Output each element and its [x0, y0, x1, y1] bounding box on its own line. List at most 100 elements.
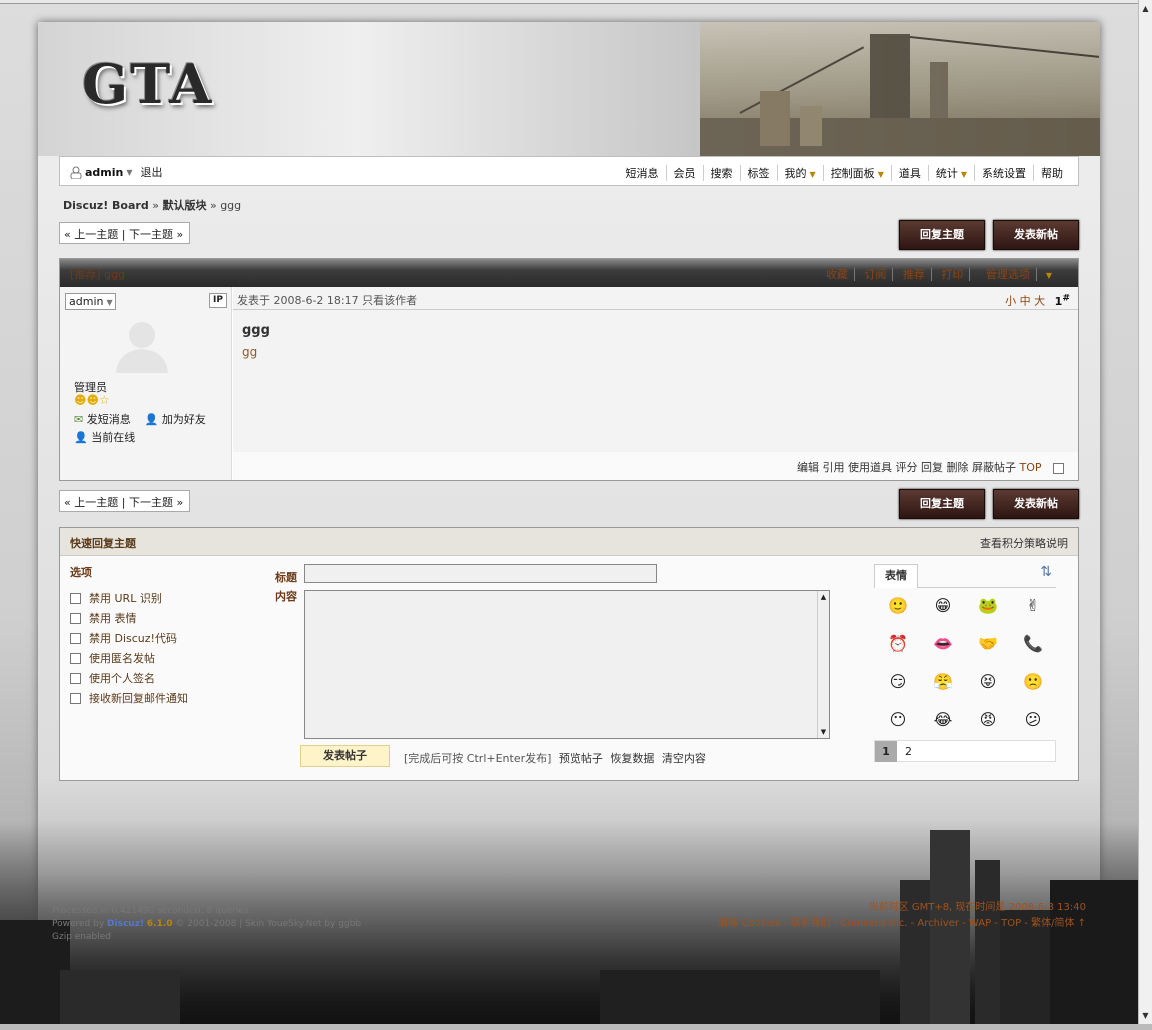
author-actions: ✉ 发短消息 👤 加为好友	[74, 411, 206, 427]
chevron-down-icon[interactable]: ▼	[126, 168, 132, 177]
option-disable-discuzcode[interactable]: 禁用 Discuz!代码	[70, 628, 188, 648]
option-disable-smilies[interactable]: 禁用 表情	[70, 608, 188, 628]
option-email-notify[interactable]: 接收新回复邮件通知	[70, 688, 188, 708]
smirk-icon[interactable]: 😏	[886, 670, 910, 694]
footer-link-row[interactable]: 清除 Cookies - 联系我们 - Comsenz Inc. - Archi…	[718, 916, 1086, 932]
post-body: 发表于 2008-6-2 18:17 只看该作者 小 中 大 1# ggg gg…	[233, 287, 1078, 480]
delete-link[interactable]: 删除	[946, 461, 968, 474]
next-thread-link[interactable]: 下一主题	[129, 228, 173, 241]
breadcrumb-board[interactable]: Discuz! Board	[63, 199, 149, 212]
textarea-scrollbar[interactable]: ▲ ▼	[817, 591, 829, 738]
recommend-link[interactable]: 推荐	[896, 268, 932, 281]
font-large[interactable]: 大	[1034, 295, 1045, 308]
select-post-checkbox[interactable]	[1053, 462, 1064, 474]
vertical-scrollbar[interactable]: ▲ ▼	[1138, 0, 1152, 1030]
print-link[interactable]: 打印	[935, 268, 971, 281]
favorite-link[interactable]: 收藏	[819, 268, 855, 281]
prev-thread-link[interactable]: 上一主题	[74, 496, 118, 509]
smilies-tab[interactable]: 表情	[874, 564, 918, 588]
font-size-switch: 小 中 大 1#	[1005, 292, 1070, 309]
font-small[interactable]: 小	[1005, 295, 1016, 308]
content-textarea[interactable]: ▲ ▼	[304, 590, 830, 739]
victory-icon[interactable]: ✌	[1021, 594, 1045, 618]
chevron-down-icon: ▼	[809, 170, 816, 179]
use-tool-link[interactable]: 使用道具	[848, 461, 892, 474]
preview-link[interactable]: 预览帖子	[559, 752, 603, 765]
horizontal-scrollbar[interactable]	[0, 1024, 1152, 1030]
smilies-pager: 1 2	[874, 740, 1056, 762]
breadcrumb-forum[interactable]: 默认版块	[162, 199, 206, 212]
logout-link[interactable]: 退出	[141, 164, 163, 180]
footer-links: 当前时区 GMT+8, 现在时间是 2008-6-3 13:40 清除 Cook…	[718, 900, 1086, 932]
confused-icon[interactable]: 😕	[1021, 708, 1045, 732]
frog-icon[interactable]: 🐸	[976, 594, 1000, 618]
nav-item-stats[interactable]: 统计 ▼	[929, 165, 975, 181]
lips-icon[interactable]: 👄	[931, 632, 955, 656]
nav-item-control-panel[interactable]: 控制面板 ▼	[824, 165, 892, 181]
reply-options: 选项 禁用 URL 识别 禁用 表情 禁用 Discuz!代码 使用匿名发帖 使…	[70, 564, 188, 708]
post-tools: 收藏 订阅 推荐 打印 管理选项 ▼	[819, 266, 1064, 282]
phone-icon[interactable]: 📞	[1021, 632, 1045, 656]
next-thread-link[interactable]: 下一主题	[129, 496, 173, 509]
nav-item-tools[interactable]: 道具	[892, 165, 929, 181]
reply-button-top[interactable]: 回复主题	[899, 220, 985, 250]
handshake-icon[interactable]: 🤝	[976, 632, 1000, 656]
clear-link[interactable]: 清空内容	[662, 752, 706, 765]
annoyed-icon[interactable]: 😤	[931, 670, 955, 694]
new-post-button-top[interactable]: 发表新帖	[993, 220, 1079, 250]
nav-item-members[interactable]: 会员	[667, 165, 704, 181]
title-input[interactable]	[304, 564, 657, 583]
discuz-link[interactable]: Discuz!	[107, 919, 144, 929]
blank-face-icon[interactable]: 😶	[886, 708, 910, 732]
only-author-link[interactable]: 只看该作者	[362, 294, 417, 307]
prev-thread-link[interactable]: 上一主题	[74, 228, 118, 241]
post-content: gg	[242, 345, 258, 359]
author-name-dropdown[interactable]: admin ▼	[65, 293, 116, 310]
thread-pager-top: « 上一主题 | 下一主题 »	[59, 222, 190, 244]
top-link[interactable]: TOP	[1019, 461, 1041, 474]
edit-link[interactable]: 编辑	[797, 461, 819, 474]
laugh-icon[interactable]: 😂	[931, 708, 955, 732]
scroll-up-icon[interactable]: ▲	[1139, 2, 1152, 15]
tongue-icon[interactable]: 😝	[976, 670, 1000, 694]
option-signature[interactable]: 使用个人签名	[70, 668, 188, 688]
manage-options-link[interactable]: 管理选项 ▼	[974, 268, 1064, 281]
smiley-icon[interactable]: 🙂	[886, 594, 910, 618]
subscribe-link[interactable]: 订阅	[858, 268, 894, 281]
add-friend-link[interactable]: 👤 加为好友	[145, 411, 206, 427]
chevron-down-icon: ▼	[1045, 271, 1052, 280]
ip-button[interactable]: IP	[209, 293, 227, 308]
smilies-page-2[interactable]: 2	[905, 745, 912, 758]
restore-link[interactable]: 恢复数据	[610, 752, 654, 765]
username-link[interactable]: admin	[85, 166, 123, 179]
grin-icon[interactable]: 😁	[931, 594, 955, 618]
breadcrumb-thread: ggg	[220, 199, 242, 212]
reply-button-bottom[interactable]: 回复主题	[899, 489, 985, 519]
font-medium[interactable]: 中	[1020, 295, 1031, 308]
option-disable-url[interactable]: 禁用 URL 识别	[70, 588, 188, 608]
nav-item-help[interactable]: 帮助	[1034, 165, 1070, 181]
new-post-button-bottom[interactable]: 发表新帖	[993, 489, 1079, 519]
angry-icon[interactable]: 😡	[976, 708, 1000, 732]
rate-link[interactable]: 评分	[895, 461, 917, 474]
reply-link[interactable]: 回复	[921, 461, 943, 474]
smilies-page-1[interactable]: 1	[875, 741, 897, 762]
nav-item-messages[interactable]: 短消息	[619, 165, 667, 181]
option-anonymous[interactable]: 使用匿名发帖	[70, 648, 188, 668]
nav-item-search[interactable]: 搜索	[704, 165, 741, 181]
switch-arrows-icon[interactable]: ⇅	[1040, 564, 1052, 580]
nav-item-settings[interactable]: 系统设置	[975, 165, 1034, 181]
timezone-info: 当前时区 GMT+8, 现在时间是 2008-6-3 13:40	[868, 902, 1086, 913]
submit-post-button[interactable]: 发表帖子	[300, 745, 390, 767]
quote-link[interactable]: 引用	[822, 461, 844, 474]
scroll-down-icon[interactable]: ▼	[1139, 1009, 1152, 1022]
nav-item-tags[interactable]: 标签	[741, 165, 778, 181]
credit-policy-link[interactable]: 查看积分策略说明	[980, 535, 1068, 551]
ban-post-link[interactable]: 屏蔽帖子	[972, 461, 1016, 474]
avatar[interactable]	[112, 317, 172, 373]
send-message-link[interactable]: ✉ 发短消息	[74, 411, 131, 427]
sad-icon[interactable]: 🙁	[1021, 670, 1045, 694]
clock-icon[interactable]: ⏰	[886, 632, 910, 656]
gta-logo[interactable]: GTA	[82, 52, 213, 116]
nav-item-mine[interactable]: 我的 ▼	[778, 165, 824, 181]
